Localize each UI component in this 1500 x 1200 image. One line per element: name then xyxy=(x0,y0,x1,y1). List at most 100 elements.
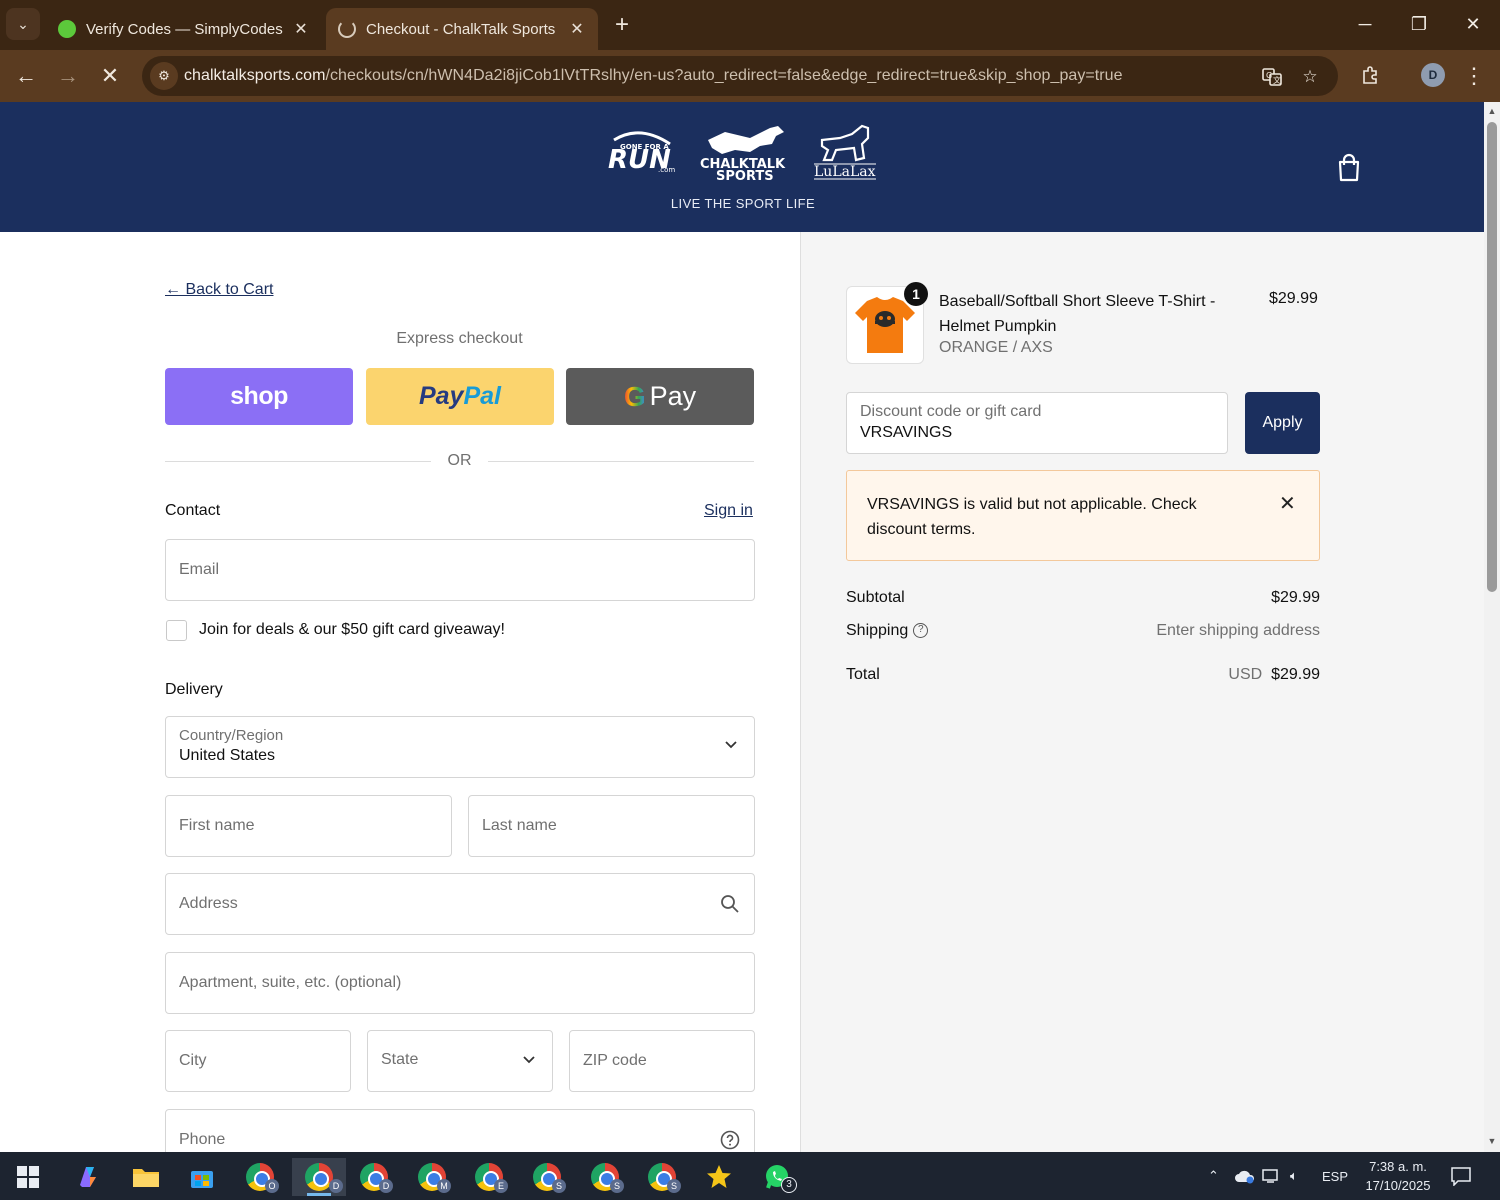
chrome-profile-letter: D xyxy=(379,1179,393,1193)
chrome-profile-letter: E xyxy=(494,1179,508,1193)
windows-start-icon[interactable] xyxy=(6,1158,50,1196)
total-value: $29.99 xyxy=(1271,666,1320,683)
tab-simplycodes[interactable]: Verify Codes — SimplyCodes ✕ xyxy=(46,8,322,50)
phone-placeholder: Phone xyxy=(179,1131,226,1148)
restore-window-button[interactable]: ❐ xyxy=(1402,10,1436,38)
shipping-row: Shipping? Enter shipping address xyxy=(846,622,1320,640)
country-label: Country/Region xyxy=(179,727,284,744)
shop-pay-label: shop xyxy=(230,382,288,410)
subtotal-label: Subtotal xyxy=(846,589,905,606)
google-pay-button[interactable]: G Pay xyxy=(566,368,754,425)
discount-label: Discount code or gift card xyxy=(860,403,1042,420)
logo-run-suffix: .com xyxy=(658,166,675,174)
total-label: Total xyxy=(846,666,880,683)
chrome-profile-d2-icon[interactable]: D xyxy=(352,1158,396,1196)
scroll-down-arrow-icon[interactable]: ▼ xyxy=(1487,1136,1497,1146)
network-icon[interactable] xyxy=(1262,1152,1282,1200)
cart-bag-icon[interactable] xyxy=(1334,152,1364,184)
divider-line xyxy=(488,461,754,462)
minimize-window-button[interactable]: ─ xyxy=(1348,10,1382,38)
store-header: GONE FOR A RUN .com CHALKTALK SPORTS LuL… xyxy=(0,102,1484,232)
address-field[interactable]: Address xyxy=(165,873,755,935)
volume-icon[interactable]: 🔈︎ xyxy=(1290,1152,1298,1200)
product-variant: ORANGE / AXS xyxy=(939,339,1053,356)
first-name-field[interactable]: First name xyxy=(165,795,452,857)
chrome-profile-s2-icon[interactable]: S xyxy=(583,1158,627,1196)
tab-checkout[interactable]: Checkout - ChalkTalk Sports ✕ xyxy=(326,8,598,50)
back-arrow-icon[interactable]: ← xyxy=(10,60,42,92)
microsoft-store-icon[interactable] xyxy=(180,1158,224,1196)
shipping-label: Shipping xyxy=(846,622,909,639)
chrome-profile-d-icon[interactable]: D xyxy=(292,1158,346,1196)
paypal-button[interactable]: Pay Pal xyxy=(366,368,554,425)
chrome-profile-e-icon[interactable]: E xyxy=(467,1158,511,1196)
state-placeholder: State xyxy=(381,1051,419,1068)
notifications-icon[interactable] xyxy=(1450,1152,1472,1200)
close-tab-icon[interactable]: ✕ xyxy=(292,19,310,39)
bookmark-star-icon[interactable]: ☆ xyxy=(1298,65,1322,89)
new-tab-button[interactable]: + xyxy=(608,11,636,39)
state-select[interactable]: State xyxy=(367,1030,553,1092)
extensions-puzzle-icon[interactable] xyxy=(1354,60,1386,92)
page-scrollbar[interactable]: ▲ ▼ xyxy=(1484,102,1500,1152)
forward-arrow-icon[interactable]: → xyxy=(52,60,84,92)
sign-in-link[interactable]: Sign in xyxy=(704,502,753,520)
onedrive-cloud-icon[interactable] xyxy=(1234,1152,1256,1200)
chevron-down-icon xyxy=(724,737,738,753)
system-clock[interactable]: 7:38 a. m. 17/10/2025 xyxy=(1360,1157,1436,1195)
newsletter-label[interactable]: Join for deals & our $50 gift card givea… xyxy=(199,621,505,639)
country-value: United States xyxy=(179,747,276,764)
stop-loading-icon[interactable]: ✕ xyxy=(94,60,126,92)
svg-text:G: G xyxy=(1266,71,1272,80)
site-info-icon[interactable]: ⚙ xyxy=(150,62,178,90)
url-text[interactable]: chalktalksports.com/checkouts/cn/hWN4Da2… xyxy=(184,67,1123,85)
apply-discount-button[interactable]: Apply xyxy=(1245,392,1320,454)
svg-text:文: 文 xyxy=(1273,75,1281,85)
shop-pay-button[interactable]: shop xyxy=(165,368,353,425)
email-field[interactable]: Email xyxy=(165,539,755,601)
back-to-cart-link[interactable]: ← Back to Cart xyxy=(165,281,273,299)
language-indicator[interactable]: ESP xyxy=(1322,1152,1348,1200)
subtotal-row: Subtotal $29.99 xyxy=(846,589,1320,607)
help-circle-icon[interactable]: ? xyxy=(913,623,929,639)
close-tab-icon[interactable]: ✕ xyxy=(568,19,586,39)
country-select[interactable]: Country/Region United States xyxy=(165,716,755,778)
product-price: $29.99 xyxy=(1269,290,1318,307)
chrome-profile-o-icon[interactable]: O xyxy=(238,1158,282,1196)
checkout-form: ← Back to Cart Express checkout shop Pay… xyxy=(0,232,800,1171)
chrome-profile-s-icon[interactable]: S xyxy=(525,1158,569,1196)
file-explorer-icon[interactable] xyxy=(124,1158,168,1196)
copilot-icon[interactable] xyxy=(66,1158,110,1196)
address-bar[interactable]: ⚙ chalktalksports.com/checkouts/cn/hWN4D… xyxy=(142,56,1338,96)
discount-code-field[interactable]: Discount code or gift card VRSAVINGS xyxy=(846,392,1228,454)
city-field[interactable]: City xyxy=(165,1030,351,1092)
browser-menu-icon[interactable]: ⋮ xyxy=(1458,60,1490,92)
logo-lulalax: LuLaLax xyxy=(814,164,876,180)
quantity-badge: 1 xyxy=(904,282,928,306)
zip-field[interactable]: ZIP code xyxy=(569,1030,755,1092)
close-window-button[interactable]: ✕ xyxy=(1456,10,1490,38)
chrome-profile-m-icon[interactable]: M xyxy=(410,1158,454,1196)
whatsapp-icon[interactable]: 3 xyxy=(755,1158,799,1196)
last-name-field[interactable]: Last name xyxy=(468,795,755,857)
browser-toolbar: ← → ✕ ⚙ chalktalksports.com/checkouts/cn… xyxy=(0,50,1500,102)
simplycodes-favicon-icon xyxy=(58,20,76,38)
show-hidden-icons-chevron-icon[interactable]: ⌃ xyxy=(1208,1152,1219,1200)
tab-search-button[interactable]: ⌄ xyxy=(6,8,40,40)
logo-chalktalk-2: SPORTS xyxy=(716,169,774,184)
apartment-field[interactable]: Apartment, suite, etc. (optional) xyxy=(165,952,755,1014)
profile-avatar[interactable]: D xyxy=(1421,63,1445,87)
translate-icon[interactable]: G文 xyxy=(1260,65,1284,89)
discount-error-alert: VRSAVINGS is valid but not applicable. C… xyxy=(846,470,1320,561)
subtotal-value: $29.99 xyxy=(1271,589,1320,606)
scroll-up-arrow-icon[interactable]: ▲ xyxy=(1487,106,1497,116)
email-placeholder: Email xyxy=(179,561,220,578)
first-name-placeholder: First name xyxy=(179,817,255,834)
newsletter-checkbox[interactable] xyxy=(166,620,187,641)
chrome-profile-s3-icon[interactable]: S xyxy=(640,1158,684,1196)
star-app-icon[interactable] xyxy=(697,1158,741,1196)
shipping-value: Enter shipping address xyxy=(1156,622,1320,639)
help-circle-icon[interactable] xyxy=(720,1130,740,1150)
scroll-thumb[interactable] xyxy=(1487,122,1497,592)
close-icon[interactable]: ✕ xyxy=(1279,491,1296,516)
